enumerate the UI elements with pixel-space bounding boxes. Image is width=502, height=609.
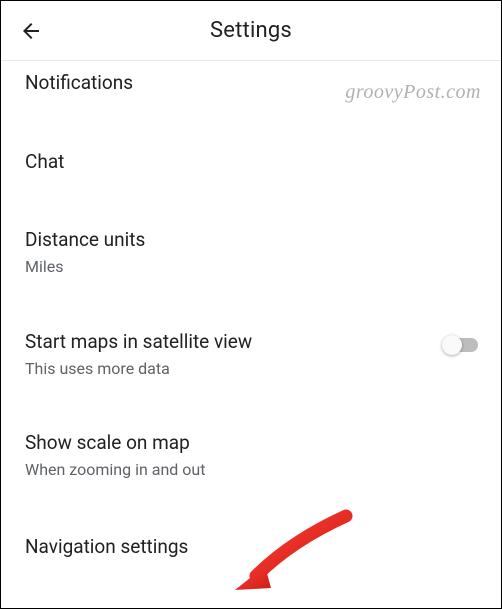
item-notifications[interactable]: Notifications [1, 61, 501, 134]
arrow-back-icon [19, 19, 43, 43]
header: Settings [1, 1, 501, 61]
item-title: Notifications [25, 71, 477, 96]
satellite-toggle[interactable] [443, 336, 479, 354]
item-distance-units[interactable]: Distance units Miles [1, 212, 501, 313]
page-title: Settings [1, 18, 501, 43]
item-satellite-view[interactable]: Start maps in satellite view This uses m… [1, 314, 501, 415]
toggle-thumb [442, 335, 462, 355]
item-title: Distance units [25, 228, 477, 253]
item-title: Start maps in satellite view [25, 330, 477, 355]
item-navigation-settings[interactable]: Navigation settings [1, 517, 501, 594]
item-subtitle: When zooming in and out [25, 460, 477, 481]
item-title: Navigation settings [25, 535, 477, 560]
item-show-scale[interactable]: Show scale on map When zooming in and ou… [1, 415, 501, 516]
item-chat[interactable]: Chat [1, 134, 501, 213]
back-button[interactable] [19, 19, 43, 43]
settings-list: Notifications Chat Distance units Miles … [1, 61, 501, 594]
item-subtitle: This uses more data [25, 359, 477, 380]
item-subtitle: Miles [25, 257, 477, 278]
item-title: Chat [25, 150, 477, 175]
item-title: Show scale on map [25, 431, 477, 456]
